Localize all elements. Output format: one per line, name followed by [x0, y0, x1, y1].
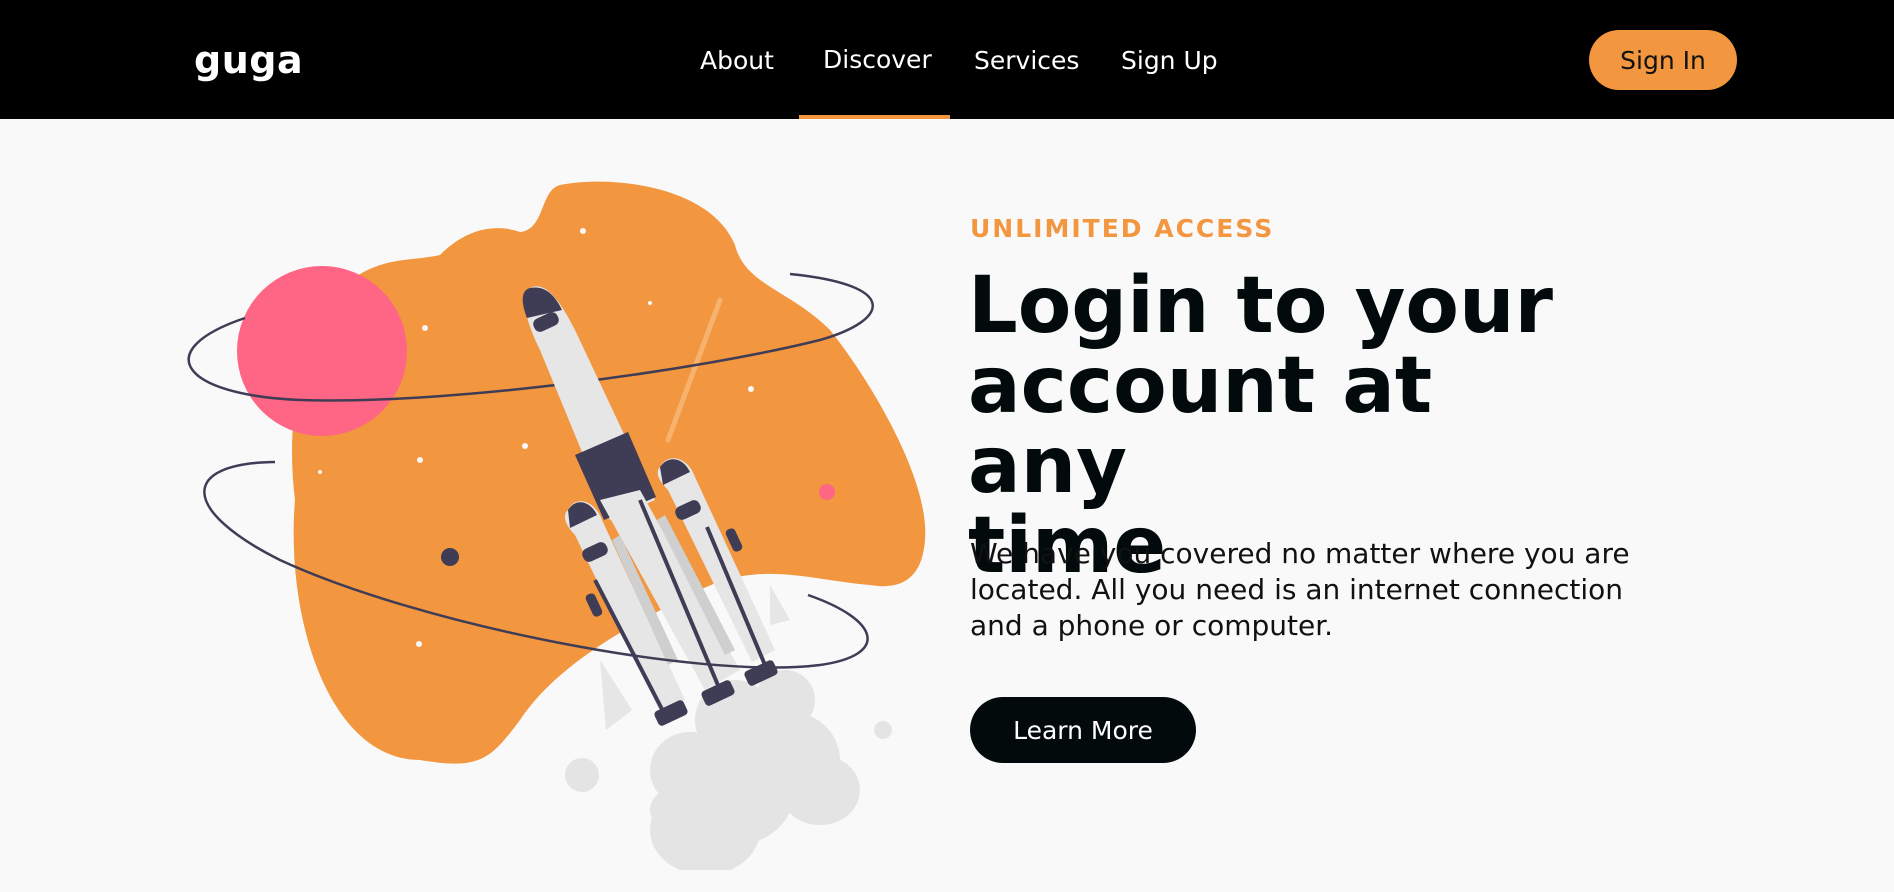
- planet-icon: [237, 266, 407, 436]
- small-pink-dot: [819, 484, 835, 500]
- nav-link-sign-up[interactable]: Sign Up: [1121, 46, 1218, 75]
- nav-link-services[interactable]: Services: [974, 46, 1079, 75]
- top-navbar: guga About Discover Services Sign Up Sig…: [0, 0, 1894, 119]
- description-line: We have you covered no matter where you …: [970, 537, 1630, 570]
- sign-in-button[interactable]: Sign In: [1589, 30, 1737, 90]
- description-line: and a phone or computer.: [970, 609, 1334, 642]
- learn-more-button[interactable]: Learn More: [970, 697, 1196, 763]
- small-dark-dot: [441, 548, 459, 566]
- active-nav-indicator: [799, 115, 950, 119]
- nav-link-about[interactable]: About: [700, 46, 774, 75]
- rocket-illustration: [170, 170, 950, 875]
- description-line: located. All you need is an internet con…: [970, 573, 1624, 606]
- nav-link-discover[interactable]: Discover: [823, 45, 932, 74]
- headline-line: account at any: [968, 341, 1433, 511]
- headline-line: Login to your: [968, 261, 1553, 351]
- hero-description: We have you covered no matter where you …: [970, 536, 1630, 644]
- rocket-launch-icon: [187, 181, 926, 875]
- hero-eyebrow: UNLIMITED ACCESS: [970, 214, 1275, 243]
